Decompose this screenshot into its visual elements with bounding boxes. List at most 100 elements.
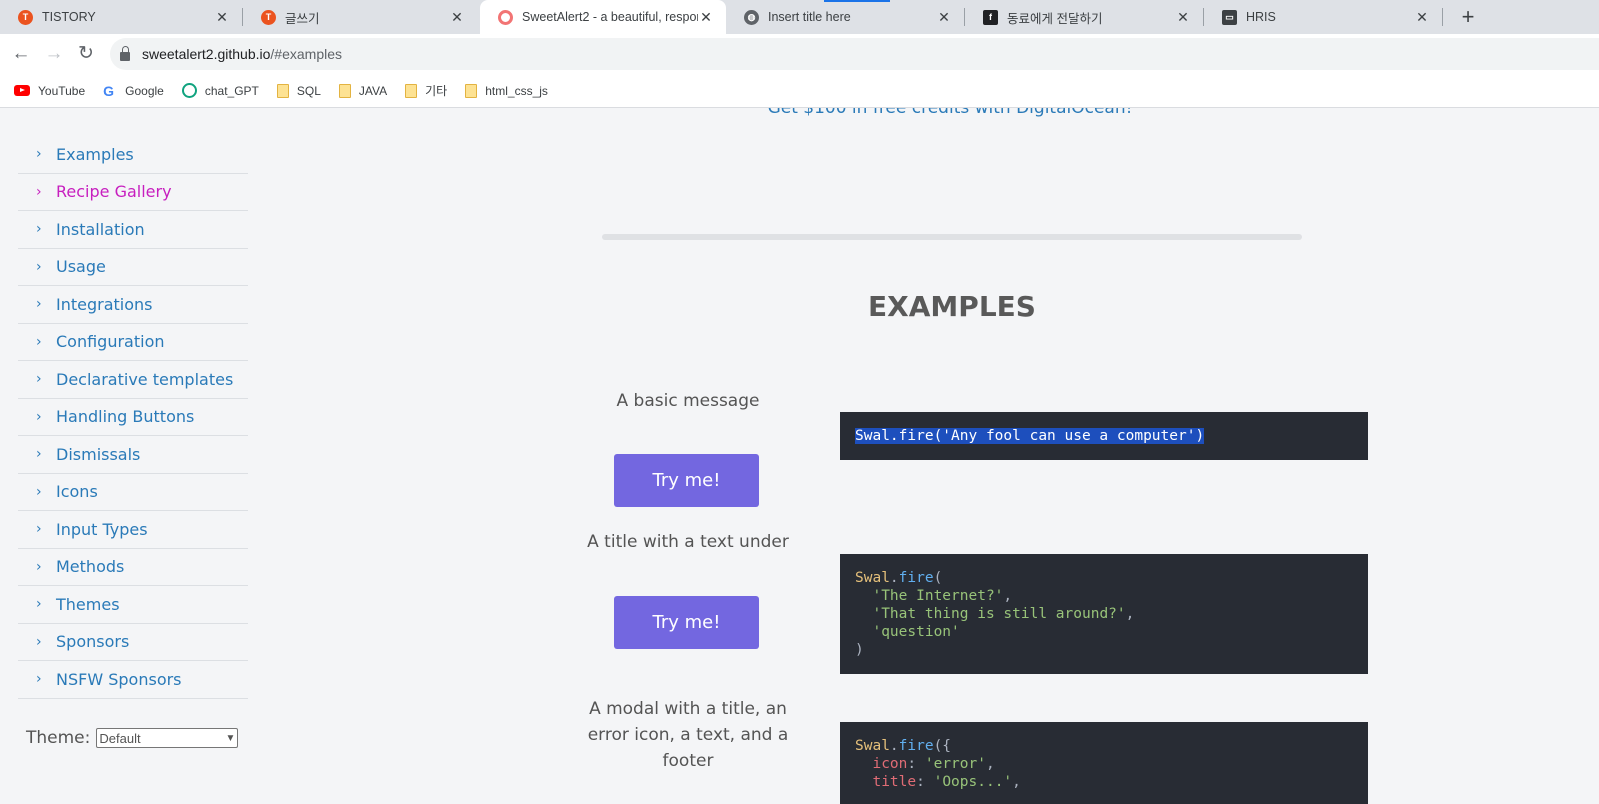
sidebar-item-label: Declarative templates — [56, 369, 234, 389]
tab-insert-title[interactable]: ◍ Insert title here ✕ — [726, 0, 964, 34]
bookmark-label: html_css_js — [485, 83, 548, 98]
bookmark-label: chat_GPT — [204, 83, 259, 98]
code-block-error-modal[interactable]: Swal.fire({ icon: 'error', title: 'Oops.… — [840, 722, 1368, 804]
code-token: fire — [898, 738, 934, 754]
code-token: ( — [933, 570, 943, 586]
sidebar-item-label: Icons — [56, 482, 98, 502]
sidebar-item-nsfw-sponsors[interactable]: › NSFW Sponsors — [18, 661, 248, 699]
reload-icon[interactable]: ↻ — [73, 41, 99, 67]
bookmark-html-css-js[interactable]: html_css_js — [465, 83, 548, 98]
code-block-title-text[interactable]: Swal.fire( 'The Internet?', 'That thing … — [840, 554, 1368, 674]
sidebar-item-themes[interactable]: › Themes — [18, 586, 248, 624]
digitalocean-promo-link[interactable]: Get $100 in free credits with DigitalOce… — [600, 108, 1300, 118]
sidebar-item-integrations[interactable]: › Integrations — [18, 286, 248, 324]
tab-sweetalert2[interactable]: SweetAlert2 - a beautiful, respon ✕ — [480, 0, 726, 34]
sidebar-item-label: NSFW Sponsors — [56, 669, 182, 689]
page-title: EXAMPLES — [868, 290, 1036, 323]
code-token: ({ — [933, 738, 952, 754]
tab-strip: T TISTORY ✕ T 글쓰기 ✕ SweetAlert2 - a beau… — [0, 0, 1599, 34]
close-icon[interactable]: ✕ — [698, 9, 714, 26]
sidebar-item-input-types[interactable]: › Input Types — [18, 511, 248, 549]
tab-title: Insert title here — [768, 10, 851, 24]
sidebar-item-handling-buttons[interactable]: › Handling Buttons — [18, 399, 248, 436]
chevron-right-icon: › — [36, 371, 42, 388]
try-me-button-basic[interactable]: Try me! — [614, 454, 759, 507]
chevron-right-icon: › — [36, 296, 42, 313]
bookmarks-bar: YouTube G Google chat_GPT SQL JAVA 기타 ht… — [0, 74, 1599, 108]
code-token: title — [872, 774, 917, 790]
sidebar-item-label: Methods — [56, 557, 125, 577]
close-icon[interactable]: ✕ — [449, 9, 465, 26]
youtube-icon — [14, 85, 30, 96]
bookmark-youtube[interactable]: YouTube — [14, 84, 85, 98]
browser-toolbar: ← → ↻ sweetalert2.github.io/#examples — [0, 34, 1599, 74]
code-token: 'The Internet?' — [872, 588, 1004, 604]
sidebar-item-usage[interactable]: › Usage — [18, 249, 248, 286]
code-token: , — [1003, 588, 1013, 604]
code-token: : — [907, 756, 925, 772]
sidebar-item-examples[interactable]: › Examples — [18, 136, 248, 174]
tab-title: HRIS — [1246, 10, 1276, 24]
bookmark-label: SQL — [296, 83, 321, 98]
sidebar-item-configuration[interactable]: › Configuration — [18, 324, 248, 361]
sweetalert-icon — [498, 9, 513, 25]
theme-select[interactable]: Default ▼ — [96, 728, 239, 748]
sidebar-nav: › Examples › Recipe Gallery › Installation … — [18, 136, 248, 699]
code-token: 'Oops...' — [933, 774, 1013, 790]
tab-title: 글쓰기 — [285, 11, 320, 26]
theme-label: Theme: — [26, 728, 91, 748]
sidebar-item-sponsors[interactable]: › Sponsors — [18, 624, 248, 661]
code-token: Swal — [855, 570, 890, 586]
bookmark-label: 기타 — [425, 84, 448, 98]
close-icon[interactable]: ✕ — [1414, 9, 1430, 26]
url-path: /#examples — [270, 46, 343, 62]
code-token: , — [1125, 606, 1135, 622]
chevron-right-icon: › — [36, 258, 42, 275]
google-icon: G — [103, 82, 115, 99]
sidebar-item-label: Recipe Gallery — [56, 182, 172, 202]
sidebar-item-label: Handling Buttons — [56, 407, 195, 427]
bookmark-label: YouTube — [38, 83, 86, 98]
code-block-basic[interactable]: Swal.fire('Any fool can use a computer') — [840, 412, 1368, 460]
folder-icon — [465, 83, 478, 98]
code-token: , — [1012, 774, 1021, 790]
close-icon[interactable]: ✕ — [1175, 9, 1191, 26]
tab-tistory[interactable]: T TISTORY ✕ — [0, 0, 242, 34]
sidebar-item-methods[interactable]: › Methods — [18, 549, 248, 586]
lock-icon[interactable] — [120, 45, 130, 61]
forward-arrow-icon[interactable]: → — [41, 41, 67, 67]
example-label-error-modal: A modal with a title, an error icon, a t… — [587, 699, 789, 771]
bookmark-misc[interactable]: 기타 — [405, 82, 447, 99]
bookmark-chatgpt[interactable]: chat_GPT — [181, 83, 259, 98]
try-me-button-title-text[interactable]: Try me! — [614, 596, 759, 649]
sidebar-item-label: Dismissals — [56, 444, 141, 464]
sidebar-item-label: Examples — [56, 144, 134, 164]
tab-hris[interactable]: ▭ HRIS ✕ — [1204, 0, 1442, 34]
sidebar-item-label: Configuration — [56, 332, 165, 352]
sidebar-item-declarative-templates[interactable]: › Declarative templates — [18, 361, 248, 399]
close-icon[interactable]: ✕ — [214, 9, 230, 26]
address-bar[interactable]: sweetalert2.github.io/#examples — [110, 38, 1599, 70]
theme-select-value: Default — [99, 730, 141, 746]
folder-icon — [276, 83, 289, 98]
close-icon[interactable]: ✕ — [936, 9, 952, 26]
sidebar-item-recipe-gallery[interactable]: › Recipe Gallery — [18, 174, 248, 211]
code-token: : — [916, 774, 934, 790]
sidebar-item-icons[interactable]: › Icons — [18, 474, 248, 511]
back-arrow-icon[interactable]: ← — [8, 41, 34, 67]
tab-forward-colleague[interactable]: f 동료에게 전달하기 ✕ — [965, 0, 1203, 34]
bookmark-java[interactable]: JAVA — [338, 83, 387, 98]
code-token: 'error' — [924, 756, 986, 772]
bookmark-google[interactable]: G Google — [103, 83, 164, 99]
tab-write[interactable]: T 글쓰기 ✕ — [243, 0, 477, 34]
code-token: fire — [898, 570, 934, 586]
code-token: ) — [855, 642, 864, 658]
sidebar-item-installation[interactable]: › Installation — [18, 211, 248, 249]
new-tab-button[interactable]: + — [1455, 4, 1481, 30]
sidebar-item-dismissals[interactable]: › Dismissals — [18, 436, 248, 474]
chevron-right-icon: › — [36, 408, 42, 425]
sidebar-item-label: Sponsors — [56, 632, 130, 652]
chevron-right-icon: › — [36, 221, 42, 238]
bookmark-sql[interactable]: SQL — [276, 83, 321, 98]
chevron-right-icon: › — [36, 146, 42, 163]
